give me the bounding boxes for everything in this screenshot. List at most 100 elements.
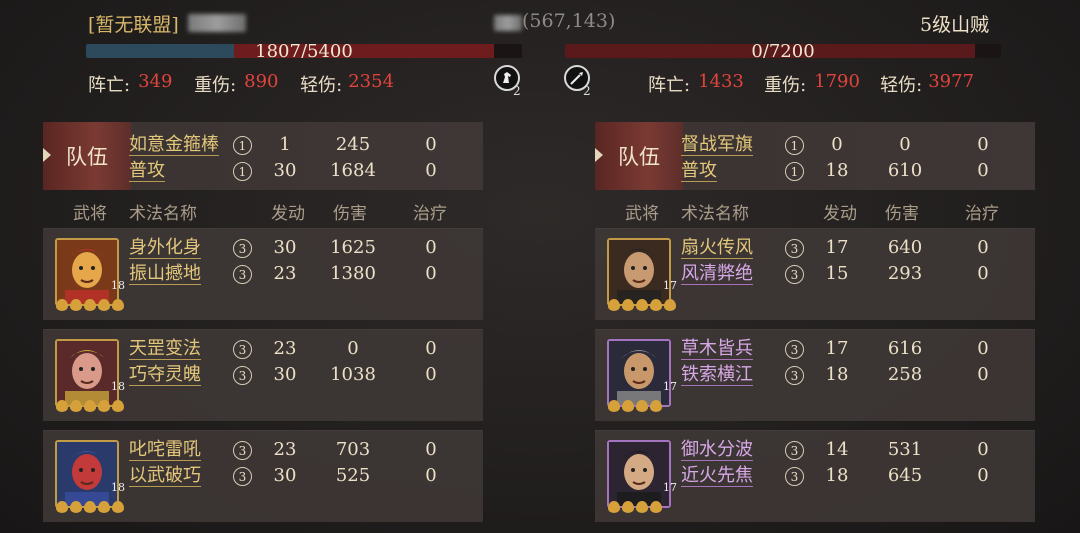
right-hp-bar: 0/7200 xyxy=(565,44,1001,58)
skill-damage: 610 xyxy=(887,160,923,181)
column-header-skill: 术法名称 xyxy=(129,204,197,224)
team-label: 队伍 xyxy=(595,122,683,190)
general-level: 17 xyxy=(663,279,677,292)
skill-name[interactable]: 近火先焦 xyxy=(681,466,753,487)
skill-name[interactable]: 以武破巧 xyxy=(129,466,201,487)
skill-rank-badge: 1 xyxy=(233,136,252,155)
skill-damage: 703 xyxy=(335,439,371,460)
general-portrait[interactable] xyxy=(55,339,119,407)
skill-heal: 0 xyxy=(425,134,437,155)
skill-name[interactable]: 扇火传风 xyxy=(681,238,753,259)
star-icon xyxy=(70,501,82,513)
skill-trigger-count: 23 xyxy=(273,263,297,284)
skill-heal: 0 xyxy=(425,338,437,359)
general-level: 18 xyxy=(111,481,125,494)
skill-rank-badge: 3 xyxy=(785,441,804,460)
star-icon xyxy=(98,501,110,513)
general-level: 17 xyxy=(663,380,677,393)
star-icon xyxy=(608,501,620,513)
column-header-general: 武将 xyxy=(73,204,107,224)
general-stars xyxy=(608,501,662,513)
skill-damage: 525 xyxy=(335,465,371,486)
skill-name[interactable]: 草木皆兵 xyxy=(681,339,753,360)
dead-value: 1433 xyxy=(698,71,744,92)
star-icon xyxy=(112,299,124,311)
skill-name[interactable]: 普攻 xyxy=(681,161,717,182)
skill-heal: 0 xyxy=(977,134,989,155)
skill-damage: 0 xyxy=(899,134,911,155)
right-hp-text: 0/7200 xyxy=(751,44,815,58)
skill-damage: 531 xyxy=(887,439,923,460)
star-icon xyxy=(112,501,124,513)
skill-damage: 1038 xyxy=(330,364,376,385)
general-portrait[interactable] xyxy=(607,339,671,407)
heavy-label: 重伤: xyxy=(764,75,807,96)
right-casualty-stats: 阵亡: 1433 重伤: 1790 轻伤: 3977 xyxy=(648,71,974,97)
skill-damage: 1684 xyxy=(330,160,376,181)
skill-name[interactable]: 叱咤雷吼 xyxy=(129,440,201,461)
skill-damage: 645 xyxy=(887,465,923,486)
skill-name[interactable]: 巧夺灵魄 xyxy=(129,365,201,386)
star-icon xyxy=(84,501,96,513)
skill-damage: 258 xyxy=(887,364,923,385)
column-header-damage: 伤害 xyxy=(885,204,919,224)
skill-trigger-count: 1 xyxy=(279,134,291,155)
skill-heal: 0 xyxy=(977,364,989,385)
center-coords[interactable]: (567,143) xyxy=(522,10,615,32)
skill-name[interactable]: 天罡变法 xyxy=(129,339,201,360)
skill-trigger-count: 0 xyxy=(831,134,843,155)
skill-damage: 640 xyxy=(887,237,923,258)
general-portrait[interactable] xyxy=(607,440,671,508)
skill-heal: 0 xyxy=(977,465,989,486)
dead-label: 阵亡: xyxy=(88,75,131,96)
star-icon xyxy=(608,400,620,412)
skill-damage: 1625 xyxy=(330,237,376,258)
skill-name[interactable]: 铁索横江 xyxy=(681,365,753,386)
left-hp-text: 1807/5400 xyxy=(255,44,353,58)
skill-heal: 0 xyxy=(425,439,437,460)
skill-name[interactable]: 风清弊绝 xyxy=(681,264,753,285)
skill-rank-badge: 1 xyxy=(785,162,804,181)
star-icon xyxy=(70,400,82,412)
skill-trigger-count: 18 xyxy=(825,465,849,486)
general-stars xyxy=(608,400,662,412)
left-casualty-stats: 阵亡: 349 重伤: 890 轻伤: 2354 xyxy=(88,71,394,97)
skill-trigger-count: 30 xyxy=(273,465,297,486)
skill-damage: 1380 xyxy=(330,263,376,284)
skill-trigger-count: 15 xyxy=(825,263,849,284)
skill-name[interactable]: 督战军旗 xyxy=(681,135,753,156)
dead-value: 349 xyxy=(138,71,173,92)
skill-heal: 0 xyxy=(977,338,989,359)
skill-name[interactable]: 振山撼地 xyxy=(129,264,201,285)
light-value: 3977 xyxy=(928,71,975,92)
skill-rank-badge: 3 xyxy=(233,467,252,486)
skill-trigger-count: 17 xyxy=(825,338,849,359)
star-icon xyxy=(636,400,648,412)
coords-prefix-blurred xyxy=(494,15,522,31)
left-player-name-blurred xyxy=(188,14,246,32)
general-portrait[interactable] xyxy=(55,238,119,306)
skill-heal: 0 xyxy=(425,160,437,181)
general-stars xyxy=(56,501,124,513)
light-value: 2354 xyxy=(348,71,395,92)
skill-trigger-count: 30 xyxy=(273,364,297,385)
skill-rank-badge: 3 xyxy=(785,366,804,385)
team-label: 队伍 xyxy=(43,122,131,190)
skill-rank-badge: 3 xyxy=(233,340,252,359)
skill-damage: 616 xyxy=(887,338,923,359)
skill-damage: 245 xyxy=(335,134,371,155)
light-label: 轻伤: xyxy=(880,75,923,96)
skill-name[interactable]: 御水分波 xyxy=(681,440,753,461)
skill-heal: 0 xyxy=(425,263,437,284)
skill-name[interactable]: 身外化身 xyxy=(129,238,201,259)
skill-rank-badge: 3 xyxy=(785,340,804,359)
column-header-damage: 伤害 xyxy=(333,204,367,224)
skill-rank-badge: 3 xyxy=(233,366,252,385)
skill-name[interactable]: 如意金箍棒 xyxy=(129,135,219,156)
horse-count: 2 xyxy=(513,84,521,98)
skill-trigger-count: 18 xyxy=(825,364,849,385)
skill-heal: 0 xyxy=(977,263,989,284)
general-portrait[interactable] xyxy=(607,238,671,306)
skill-name[interactable]: 普攻 xyxy=(129,161,165,182)
general-portrait[interactable] xyxy=(55,440,119,508)
